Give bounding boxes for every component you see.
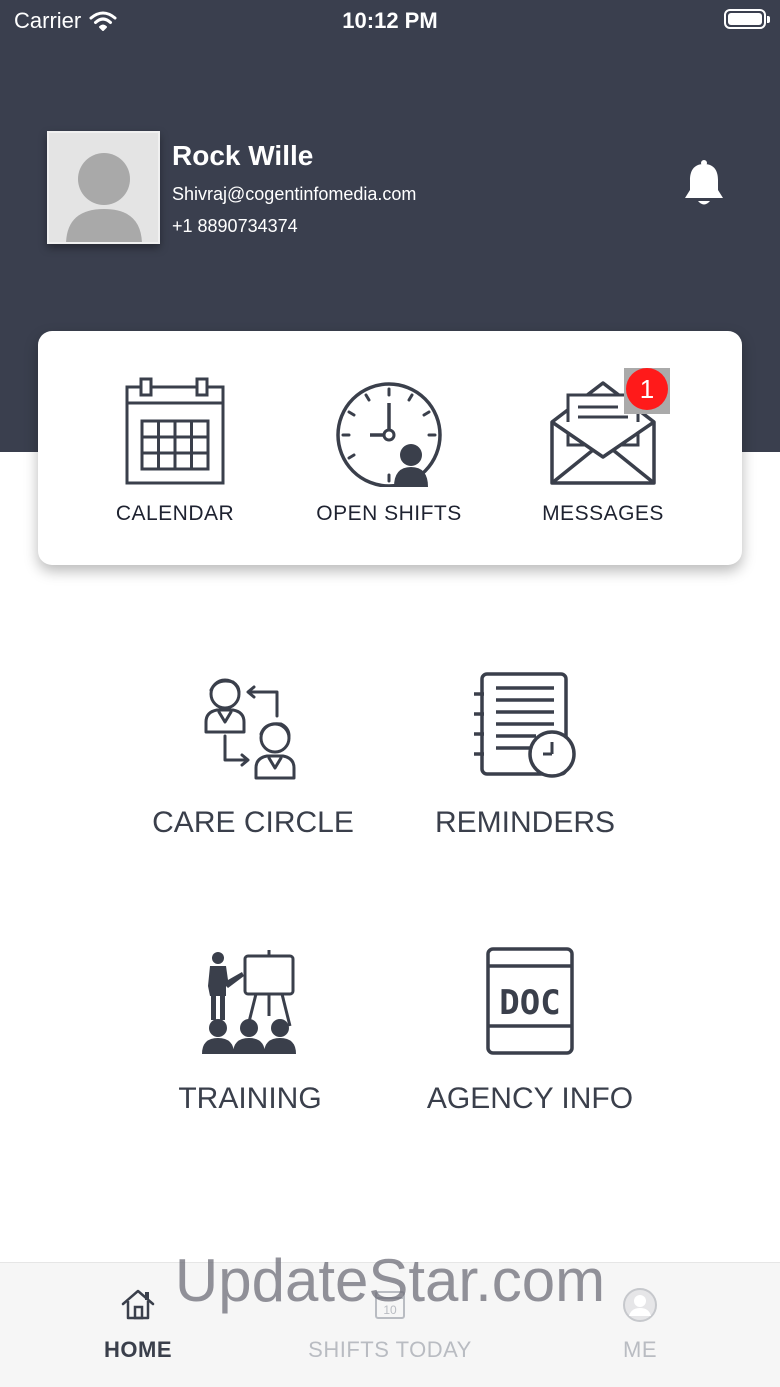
calendar-label: CALENDAR bbox=[115, 502, 235, 525]
tab-home-label: HOME bbox=[104, 1337, 172, 1362]
quick-actions-card: CALENDAR OPEN SHIFTS MESSAGES bbox=[38, 331, 742, 565]
status-time: 10:12 PM bbox=[342, 8, 438, 33]
messages-badge-count: 1 bbox=[626, 368, 668, 410]
agency-info-label: AGENCY INFO bbox=[426, 1082, 634, 1115]
open-shifts-button[interactable]: OPEN SHIFTS bbox=[279, 331, 499, 565]
profile-name: Rock Wille bbox=[172, 140, 314, 171]
tab-home[interactable]: HOME bbox=[8, 1263, 268, 1387]
clock-user-icon bbox=[336, 382, 442, 487]
care-circle-icon bbox=[204, 678, 296, 780]
battery-icon bbox=[724, 9, 770, 29]
messages-label: MESSAGES bbox=[542, 502, 664, 525]
document-icon: DOC bbox=[486, 947, 574, 1055]
open-shifts-label: OPEN SHIFTS bbox=[316, 502, 462, 525]
profile-email: Shivraj@cogentinfomedia.com bbox=[172, 184, 417, 204]
user-circle-icon bbox=[623, 1288, 657, 1322]
tab-shifts-today[interactable]: 10 SHIFTS TODAY bbox=[260, 1263, 520, 1387]
status-bar: Carrier 10:12 PM bbox=[0, 0, 780, 40]
calendar-button[interactable]: CALENDAR bbox=[65, 331, 285, 565]
messages-badge: 1 bbox=[624, 368, 670, 414]
reminders-button[interactable]: REMINDERS bbox=[420, 668, 630, 848]
care-circle-button[interactable]: CARE CIRCLE bbox=[140, 668, 366, 848]
document-icon-text: DOC bbox=[499, 983, 560, 1023]
training-button[interactable]: TRAINING bbox=[150, 944, 350, 1124]
calendar-day-number: 10 bbox=[383, 1303, 397, 1317]
training-label: TRAINING bbox=[178, 1082, 322, 1115]
tab-bar: HOME 10 SHIFTS TODAY ME bbox=[0, 1262, 780, 1387]
agency-info-button[interactable]: DOC AGENCY INFO bbox=[415, 944, 645, 1124]
tab-me-label: ME bbox=[623, 1337, 657, 1362]
calendar-day-icon: 10 bbox=[375, 1291, 405, 1319]
bell-icon bbox=[685, 160, 723, 205]
tab-me[interactable]: ME bbox=[510, 1263, 770, 1387]
home-icon bbox=[121, 1289, 155, 1320]
avatar[interactable] bbox=[47, 131, 160, 244]
calendar-icon bbox=[125, 377, 225, 485]
default-user-icon bbox=[49, 133, 158, 242]
reminders-icon bbox=[474, 672, 576, 778]
notifications-button[interactable] bbox=[682, 158, 726, 208]
reminders-label: REMINDERS bbox=[434, 806, 615, 839]
care-circle-label: CARE CIRCLE bbox=[152, 806, 354, 839]
profile-phone: +1 8890734374 bbox=[172, 216, 298, 236]
tab-shifts-today-label: SHIFTS TODAY bbox=[308, 1337, 472, 1362]
training-icon bbox=[202, 950, 296, 1054]
messages-button[interactable]: MESSAGES bbox=[493, 331, 713, 565]
